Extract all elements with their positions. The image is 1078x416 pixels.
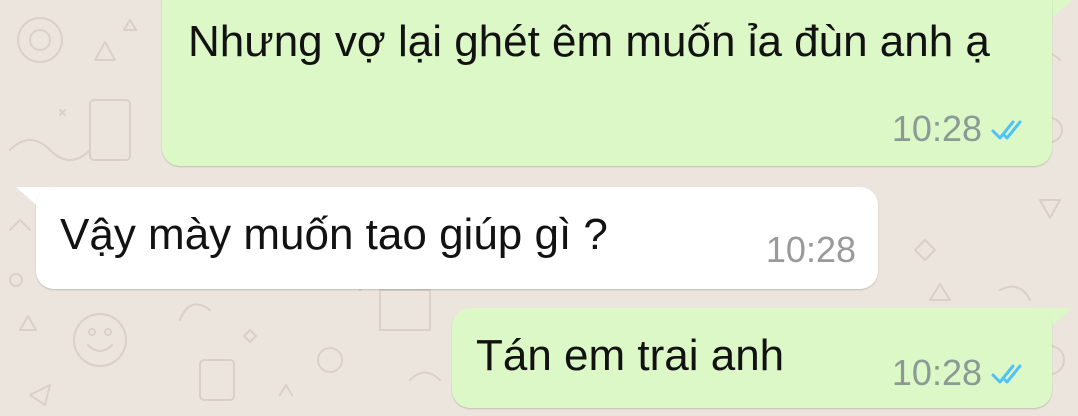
message-bubble-outgoing[interactable]: Tán em trai anh 10:28 [452,308,1052,408]
message-text: Nhưng vợ lại ghét êm muốn ỉa đùn anh ạ [188,17,990,66]
message-text: Vậy mày muốn tao giúp gì ? [60,210,608,259]
message-bubble-incoming[interactable]: Vậy mày muốn tao giúp gì ? 10:28 [36,187,878,289]
message-timestamp: 10:28 [891,108,982,149]
message-bubble-outgoing[interactable]: Nhưng vợ lại ghét êm muốn ỉa đùn anh ạ 1… [162,0,1052,166]
double-check-read-icon [991,120,1022,140]
double-check-read-icon [991,364,1022,384]
message-timestamp: 10:28 [891,352,982,393]
message-meta: 10:28 [766,229,856,271]
message-meta: 10:28 [892,352,1030,394]
message-meta: 10:28 [892,108,1030,150]
message-timestamp: 10:28 [765,229,856,270]
message-text: Tán em trai anh [476,331,785,380]
